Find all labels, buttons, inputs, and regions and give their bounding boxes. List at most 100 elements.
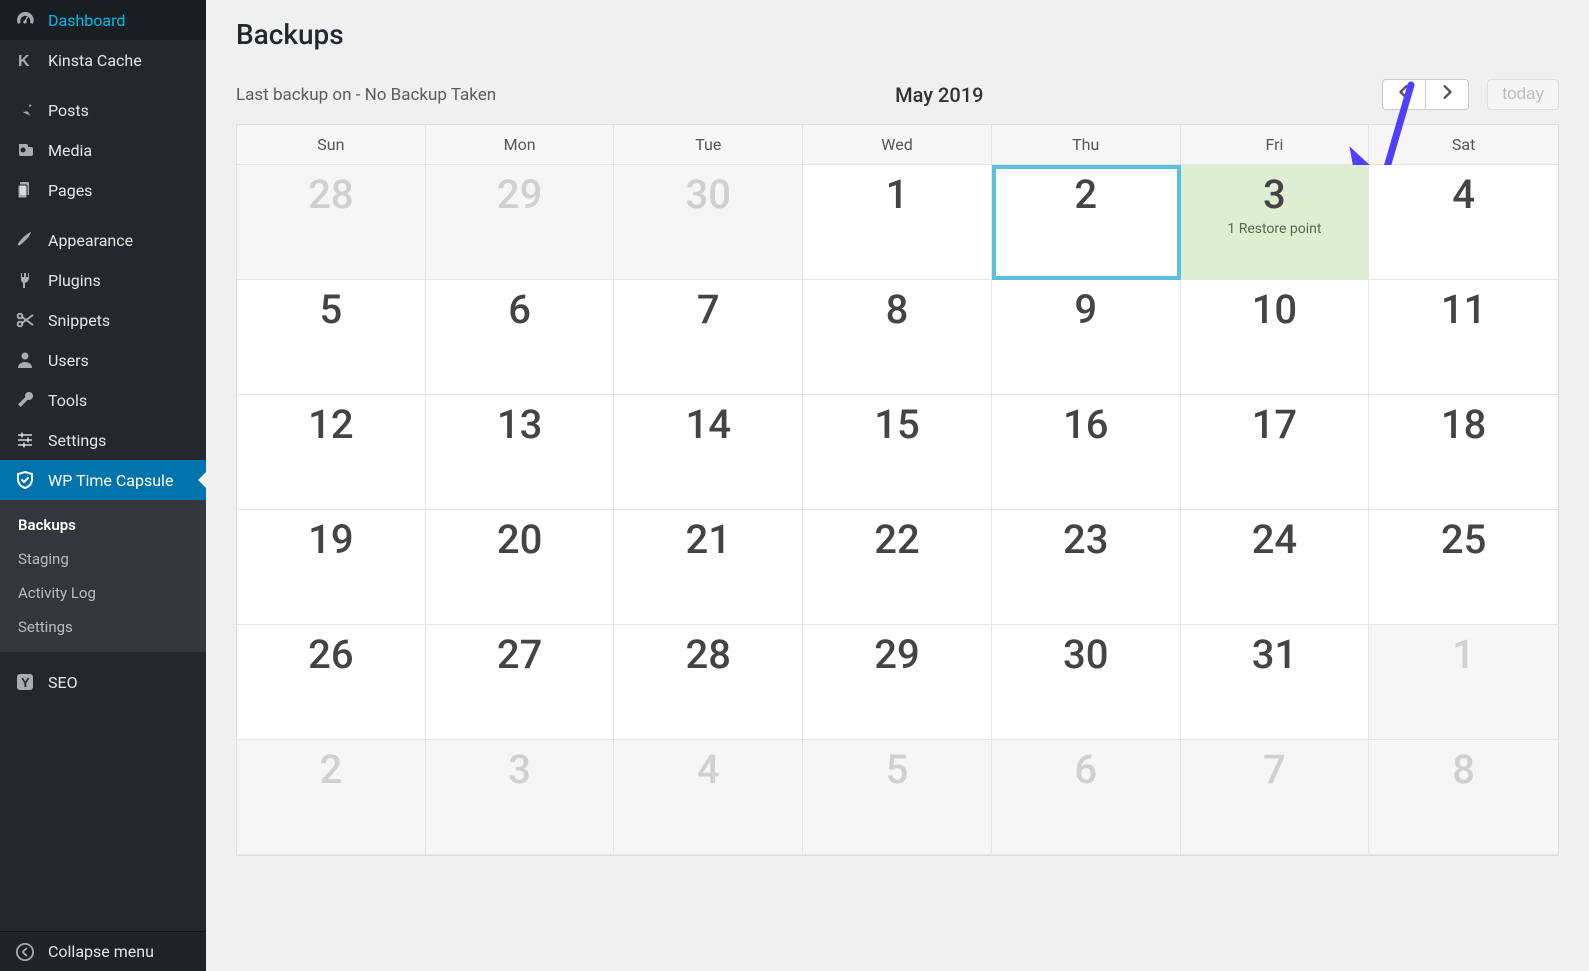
- calendar-day-cell[interactable]: 24: [1181, 510, 1370, 625]
- submenu-item-backups[interactable]: Backups: [0, 508, 206, 542]
- sidebar-item-snippets[interactable]: Snippets: [0, 300, 206, 340]
- calendar-day-number: 19: [237, 520, 425, 560]
- sliders-icon: [14, 430, 36, 450]
- sidebar-item-appearance[interactable]: Appearance: [0, 220, 206, 260]
- calendar-day-cell[interactable]: 26: [237, 625, 426, 740]
- calendar-day-cell: 6: [992, 740, 1181, 855]
- sidebar-item-label: Posts: [48, 101, 89, 120]
- calendar-day-cell: 5: [803, 740, 992, 855]
- calendar-month-label: May 2019: [496, 83, 1382, 107]
- last-backup-text: Last backup on - No Backup Taken: [236, 85, 496, 105]
- calendar-day-cell[interactable]: 8: [803, 280, 992, 395]
- chevron-right-icon: [1440, 84, 1454, 103]
- calendar-day-number: 25: [1369, 520, 1558, 560]
- prev-month-button[interactable]: [1382, 79, 1426, 110]
- calendar-day-number: 20: [426, 520, 614, 560]
- calendar-day-cell[interactable]: 6: [426, 280, 615, 395]
- sidebar-item-pages[interactable]: Pages: [0, 170, 206, 210]
- sidebar-item-label: Tools: [48, 391, 87, 410]
- calendar-day-cell[interactable]: 27: [426, 625, 615, 740]
- calendar-day-cell[interactable]: 25: [1369, 510, 1558, 625]
- calendar-day-number: 3: [1181, 175, 1369, 215]
- main-content: Backups Last backup on - No Backup Taken…: [206, 0, 1589, 971]
- calendar-day-number: 17: [1181, 405, 1369, 445]
- sidebar-item-plugins[interactable]: Plugins: [0, 260, 206, 300]
- sidebar-item-label: WP Time Capsule: [48, 471, 173, 490]
- sidebar-item-label: Settings: [48, 431, 106, 450]
- calendar-day-cell[interactable]: 3 1 Restore point: [1181, 165, 1370, 280]
- media-icon: [14, 140, 36, 160]
- calendar-day-cell[interactable]: 19: [237, 510, 426, 625]
- sidebar-item-posts[interactable]: Posts: [0, 90, 206, 130]
- calendar-week-row: 567891011: [237, 280, 1558, 395]
- calendar-day-cell[interactable]: 5: [237, 280, 426, 395]
- calendar-day-number: 7: [1181, 750, 1369, 790]
- calendar-day-cell[interactable]: 13: [426, 395, 615, 510]
- calendar-day-cell[interactable]: 28: [614, 625, 803, 740]
- page-title: Backups: [236, 18, 1559, 51]
- sidebar-item-tools[interactable]: Tools: [0, 380, 206, 420]
- calendar-day-cell[interactable]: 30: [992, 625, 1181, 740]
- calendar-day-number: 28: [614, 635, 802, 675]
- sidebar-item-kinsta-cache[interactable]: KKinsta Cache: [0, 40, 206, 80]
- calendar-day-cell[interactable]: 1: [803, 165, 992, 280]
- calendar-day-cell[interactable]: 23: [992, 510, 1181, 625]
- calendar-day-number: 30: [614, 175, 802, 215]
- calendar-day-cell: 1: [1369, 625, 1558, 740]
- calendar-day-cell[interactable]: 12: [237, 395, 426, 510]
- wrench-icon: [14, 390, 36, 410]
- calendar-day-cell[interactable]: 20: [426, 510, 615, 625]
- calendar-week-row: 2345678: [237, 740, 1558, 855]
- calendar-day-cell[interactable]: 11: [1369, 280, 1558, 395]
- submenu-item-wptc-settings[interactable]: Settings: [0, 610, 206, 644]
- sidebar-item-seo[interactable]: YSEO: [0, 662, 206, 702]
- calendar-day-cell[interactable]: 9: [992, 280, 1181, 395]
- calendar-day-number: 2: [237, 750, 425, 790]
- calendar-day-cell[interactable]: 10: [1181, 280, 1370, 395]
- calendar-day-number: 14: [614, 405, 802, 445]
- calendar-day-number: 8: [803, 290, 991, 330]
- calendar-day-cell: 4: [614, 740, 803, 855]
- calendar-day-cell[interactable]: 15: [803, 395, 992, 510]
- chevron-left-circle-icon: [14, 943, 36, 961]
- sidebar-item-label: SEO: [48, 673, 78, 692]
- sidebar-item-dashboard[interactable]: Dashboard: [0, 0, 206, 40]
- calendar-day-number: 2: [992, 175, 1180, 215]
- user-icon: [14, 350, 36, 370]
- calendar-day-cell[interactable]: 29: [803, 625, 992, 740]
- calendar-day-cell[interactable]: 7: [614, 280, 803, 395]
- calendar-day-number: 15: [803, 405, 991, 445]
- calendar-day-header: Sun: [237, 125, 426, 165]
- collapse-menu-button[interactable]: Collapse menu: [0, 931, 206, 971]
- calendar-day-cell: 7: [1181, 740, 1370, 855]
- calendar-day-cell[interactable]: 4: [1369, 165, 1558, 280]
- today-button[interactable]: today: [1487, 79, 1559, 110]
- calendar-day-cell[interactable]: 21: [614, 510, 803, 625]
- calendar-day-cell[interactable]: 17: [1181, 395, 1370, 510]
- scissors-icon: [14, 310, 36, 330]
- calendar-day-number: 22: [803, 520, 991, 560]
- pin-icon: [14, 100, 36, 120]
- calendar-day-number: 24: [1181, 520, 1369, 560]
- calendar-day-cell[interactable]: 16: [992, 395, 1181, 510]
- sidebar-item-settings[interactable]: Settings: [0, 420, 206, 460]
- calendar-day-cell: 29: [426, 165, 615, 280]
- submenu-item-activity-log[interactable]: Activity Log: [0, 576, 206, 610]
- next-month-button[interactable]: [1425, 79, 1469, 110]
- calendar-day-number: 21: [614, 520, 802, 560]
- calendar-day-cell[interactable]: 14: [614, 395, 803, 510]
- sidebar-item-label: Pages: [48, 181, 92, 200]
- calendar-day-number: 6: [992, 750, 1180, 790]
- pages-icon: [14, 180, 36, 200]
- calendar-day-cell[interactable]: 2: [992, 165, 1181, 280]
- sidebar-item-label: Kinsta Cache: [48, 51, 142, 70]
- calendar-day-cell[interactable]: 22: [803, 510, 992, 625]
- submenu-item-staging[interactable]: Staging: [0, 542, 206, 576]
- calendar-day-number: 1: [1369, 635, 1558, 675]
- sidebar-item-wp-time-capsule[interactable]: WP Time Capsule: [0, 460, 206, 500]
- restore-point-label: 1 Restore point: [1181, 221, 1369, 237]
- calendar-day-cell[interactable]: 31: [1181, 625, 1370, 740]
- sidebar-item-media[interactable]: Media: [0, 130, 206, 170]
- sidebar-item-users[interactable]: Users: [0, 340, 206, 380]
- calendar-day-cell[interactable]: 18: [1369, 395, 1558, 510]
